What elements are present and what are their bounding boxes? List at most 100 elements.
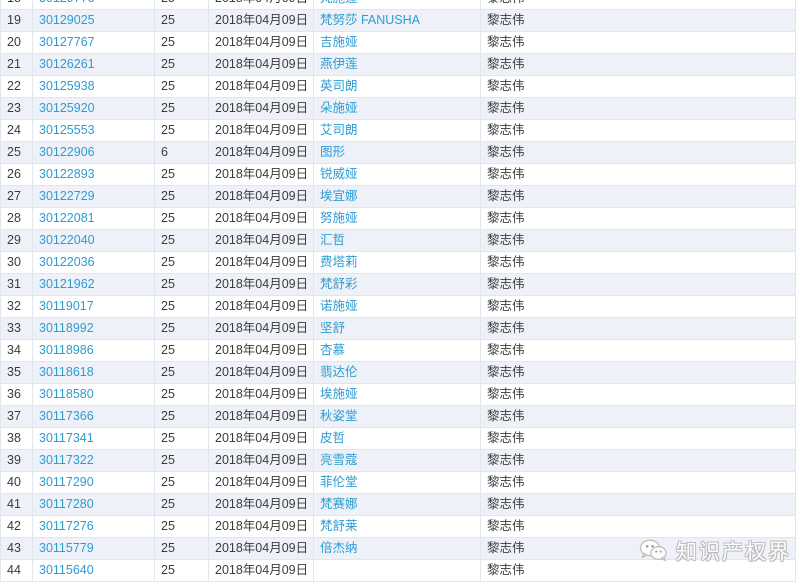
cell-trademark-name[interactable]: 梵舒彩 <box>313 273 481 296</box>
cell-registration-number[interactable]: 30125920 <box>32 97 155 120</box>
cell-registration-number-link[interactable]: 30122893 <box>39 167 95 181</box>
cell-registration-number-link[interactable]: 30129025 <box>39 13 95 27</box>
table-row[interactable]: 30 30122036 25 2018年04月09日 费塔莉 黎志伟 <box>0 251 796 274</box>
cell-registration-number[interactable]: 30118986 <box>32 339 155 362</box>
cell-trademark-name[interactable]: 汇哲 <box>313 229 481 252</box>
cell-registration-number[interactable]: 30118992 <box>32 317 155 340</box>
cell-registration-number[interactable]: 30122729 <box>32 185 155 208</box>
cell-registration-number[interactable]: 30129776 <box>32 0 155 10</box>
cell-registration-number-link[interactable]: 30125920 <box>39 101 95 115</box>
table-row[interactable]: 37 30117366 25 2018年04月09日 秋姿堂 黎志伟 <box>0 405 796 428</box>
cell-trademark-name-link[interactable]: 汇哲 <box>320 233 345 247</box>
table-row[interactable]: 28 30122081 25 2018年04月09日 努施娅 黎志伟 <box>0 207 796 230</box>
cell-registration-number[interactable]: 30122036 <box>32 251 155 274</box>
cell-trademark-name[interactable]: 倍杰纳 <box>313 537 481 560</box>
cell-registration-number-link[interactable]: 30117280 <box>39 497 94 511</box>
table-row[interactable]: 26 30122893 25 2018年04月09日 锐威娅 黎志伟 <box>0 163 796 186</box>
cell-registration-number[interactable]: 30117290 <box>32 471 155 494</box>
cell-registration-number-link[interactable]: 30117366 <box>39 409 94 423</box>
cell-registration-number[interactable]: 30122893 <box>32 163 155 186</box>
cell-trademark-name[interactable]: 梵赛娜 <box>313 493 481 516</box>
cell-registration-number[interactable]: 30122906 <box>32 141 155 164</box>
cell-registration-number[interactable]: 30129025 <box>32 9 155 32</box>
cell-trademark-name-link[interactable]: 英司朗 <box>320 79 358 93</box>
cell-trademark-name[interactable]: 翡达伦 <box>313 361 481 384</box>
cell-trademark-name-link[interactable]: 费塔莉 <box>320 255 358 269</box>
cell-registration-number-link[interactable]: 30127767 <box>39 35 95 49</box>
cell-registration-number-link[interactable]: 30117322 <box>39 453 94 467</box>
cell-registration-number[interactable]: 30122040 <box>32 229 155 252</box>
cell-registration-number[interactable]: 30118580 <box>32 383 155 406</box>
cell-registration-number[interactable]: 30117276 <box>32 515 155 538</box>
cell-trademark-name-link[interactable]: 坚舒 <box>320 321 345 335</box>
table-row[interactable]: 25 30122906 6 2018年04月09日 图形 黎志伟 <box>0 141 796 164</box>
table-row[interactable]: 21 30126261 25 2018年04月09日 燕伊莲 黎志伟 <box>0 53 796 76</box>
cell-trademark-name[interactable]: 朵施娅 <box>313 97 481 120</box>
cell-registration-number-link[interactable]: 30122729 <box>39 189 95 203</box>
table-scroll-area[interactable]: 1830129776252018年04月09日梵施莲黎志伟19301290252… <box>0 0 807 582</box>
cell-registration-number-link[interactable]: 30117341 <box>39 431 94 445</box>
cell-registration-number-link[interactable]: 30117290 <box>39 475 94 489</box>
table-row[interactable]: 44 30115640 25 2018年04月09日 黎志伟 <box>0 559 796 582</box>
cell-registration-number-link[interactable]: 30122036 <box>39 255 95 269</box>
cell-trademark-name-link[interactable]: 朵施娅 <box>320 101 358 115</box>
cell-trademark-name-link[interactable]: 吉施娅 <box>320 35 358 49</box>
table-row[interactable]: 22 30125938 25 2018年04月09日 英司朗 黎志伟 <box>0 75 796 98</box>
cell-registration-number-link[interactable]: 30118580 <box>39 387 94 401</box>
table-row[interactable]: 23 30125920 25 2018年04月09日 朵施娅 黎志伟 <box>0 97 796 120</box>
cell-trademark-name[interactable]: 埃宜娜 <box>313 185 481 208</box>
cell-registration-number[interactable]: 30119017 <box>32 295 155 318</box>
cell-trademark-name[interactable]: 图形 <box>313 141 481 164</box>
cell-registration-number-link[interactable]: 30122040 <box>39 233 95 247</box>
cell-registration-number[interactable]: 30117280 <box>32 493 155 516</box>
cell-registration-number-link[interactable]: 30118986 <box>39 343 94 357</box>
cell-registration-number[interactable]: 30127767 <box>32 31 155 54</box>
table-row[interactable]: 31 30121962 25 2018年04月09日 梵舒彩 黎志伟 <box>0 273 796 296</box>
cell-registration-number[interactable]: 30126261 <box>32 53 155 76</box>
cell-registration-number[interactable]: 30118618 <box>32 361 155 384</box>
cell-trademark-name-link[interactable]: 亮雪蔻 <box>320 453 358 467</box>
table-row[interactable]: 40 30117290 25 2018年04月09日 菲伦堂 黎志伟 <box>0 471 796 494</box>
cell-registration-number-link[interactable]: 30122081 <box>39 211 95 225</box>
table-row[interactable]: 39 30117322 25 2018年04月09日 亮雪蔻 黎志伟 <box>0 449 796 472</box>
cell-trademark-name-link[interactable]: 诺施娅 <box>320 299 358 313</box>
cell-trademark-name[interactable]: 菲伦堂 <box>313 471 481 494</box>
table-row[interactable]: 24 30125553 25 2018年04月09日 艾司朗 黎志伟 <box>0 119 796 142</box>
cell-trademark-name[interactable]: 梵舒莱 <box>313 515 481 538</box>
cell-trademark-name-link[interactable]: 努施娅 <box>320 211 358 225</box>
table-row[interactable]: 29 30122040 25 2018年04月09日 汇哲 黎志伟 <box>0 229 796 252</box>
cell-trademark-name-link[interactable]: 梵努莎 FANUSHA <box>320 13 420 27</box>
cell-trademark-name[interactable]: 艾司朗 <box>313 119 481 142</box>
cell-trademark-name[interactable]: 费塔莉 <box>313 251 481 274</box>
cell-trademark-name[interactable]: 吉施娅 <box>313 31 481 54</box>
cell-trademark-name[interactable]: 秋姿堂 <box>313 405 481 428</box>
cell-registration-number-link[interactable]: 30115640 <box>39 563 94 577</box>
cell-trademark-name-link[interactable]: 梵赛娜 <box>320 497 358 511</box>
table-row[interactable]: 38 30117341 25 2018年04月09日 皮哲 黎志伟 <box>0 427 796 450</box>
cell-registration-number-link[interactable]: 30117276 <box>39 519 94 533</box>
table-row[interactable]: 18 30129776 252018年04月09日 梵施莲 黎志伟 <box>0 0 796 10</box>
cell-trademark-name[interactable]: 英司朗 <box>313 75 481 98</box>
cell-trademark-name-link[interactable]: 杏慕 <box>320 343 345 357</box>
cell-trademark-name-link[interactable]: 埃宜娜 <box>320 189 358 203</box>
cell-registration-number-link[interactable]: 30121962 <box>39 277 95 291</box>
cell-trademark-name[interactable]: 坚舒 <box>313 317 481 340</box>
cell-trademark-name[interactable]: 梵施莲 <box>313 0 481 10</box>
table-row[interactable]: 32 30119017 25 2018年04月09日 诺施娅 黎志伟 <box>0 295 796 318</box>
table-row[interactable]: 36 30118580 25 2018年04月09日 埃施娅 黎志伟 <box>0 383 796 406</box>
cell-trademark-name-link[interactable]: 梵舒莱 <box>320 519 358 533</box>
cell-trademark-name[interactable]: 皮哲 <box>313 427 481 450</box>
cell-registration-number-link[interactable]: 30118618 <box>39 365 94 379</box>
table-row[interactable]: 43 30115779 25 2018年04月09日 倍杰纳 黎志伟 <box>0 537 796 560</box>
cell-registration-number[interactable]: 30117366 <box>32 405 155 428</box>
table-row[interactable]: 41 30117280 25 2018年04月09日 梵赛娜 黎志伟 <box>0 493 796 516</box>
cell-registration-number-link[interactable]: 30125553 <box>39 123 95 137</box>
cell-trademark-name-link[interactable]: 图形 <box>320 145 345 159</box>
cell-trademark-name-link[interactable]: 菲伦堂 <box>320 475 358 489</box>
cell-trademark-name[interactable]: 埃施娅 <box>313 383 481 406</box>
cell-trademark-name-link[interactable]: 锐威娅 <box>320 167 358 181</box>
cell-trademark-name-link[interactable]: 燕伊莲 <box>320 57 358 71</box>
cell-trademark-name[interactable]: 亮雪蔻 <box>313 449 481 472</box>
table-row[interactable]: 19 30129025 25 2018年04月09日 梵努莎 FANUSHA 黎志伟 <box>0 9 796 32</box>
cell-trademark-name[interactable]: 诺施娅 <box>313 295 481 318</box>
